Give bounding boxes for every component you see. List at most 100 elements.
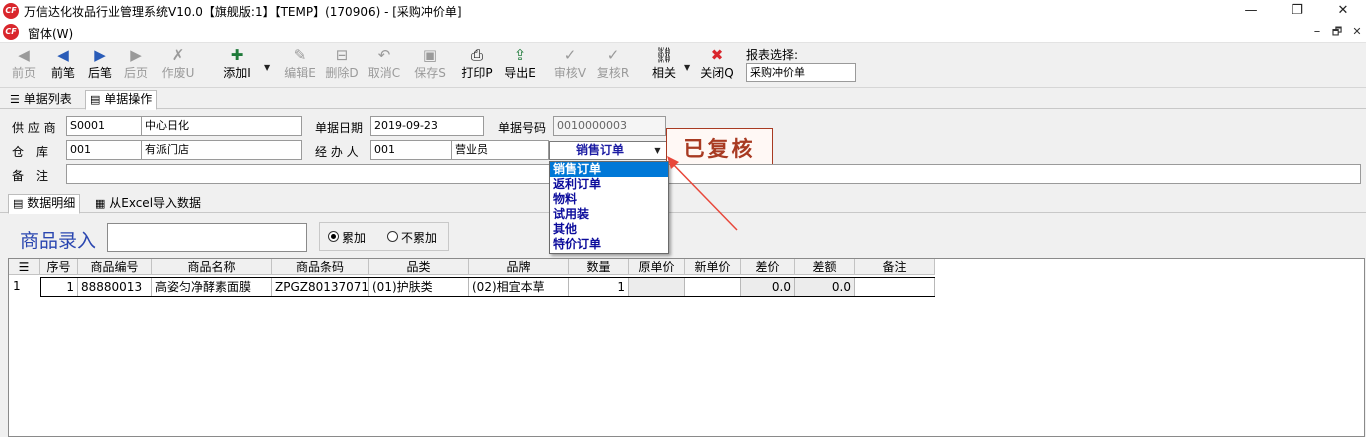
handler-name-field[interactable]: 营业员 — [451, 140, 549, 160]
doc-date-label: 单据日期 — [315, 121, 364, 135]
toolbar: ◀ 前页 ◀ 前笔 ▶ 后笔 ▶ 后页 ✗ 作废U ✚ 添加I ✎ 编辑E ⊟ 删除D ↶ 取消C ▣ 保存S ⎙ 打印P… — [0, 43, 1366, 88]
toolbar-button-label: 添加I — [223, 66, 251, 80]
grid-col-header[interactable]: 商品名称 — [152, 259, 272, 275]
warehouse-code-field[interactable]: 001 — [66, 140, 142, 160]
tab-data-detail[interactable]: ▤ 数据明细 — [8, 194, 81, 214]
grid-cell-seq[interactable]: 1 — [40, 278, 78, 296]
tab-doc-operation[interactable]: ▤ 单据操作 — [85, 90, 158, 110]
doc-date-field[interactable]: 2019-09-23 — [370, 116, 484, 136]
toolbar-button-4: ✗ 作废U — [158, 45, 198, 81]
maximize-icon[interactable]: ❐ — [1274, 0, 1320, 22]
toolbar-button-14[interactable]: ⛓ 相关 — [644, 45, 684, 81]
dropdown-option[interactable]: 返利订单 — [550, 177, 668, 192]
grid-cell-qty[interactable]: 1 — [569, 278, 629, 296]
mdi-close-icon[interactable]: ✕ — [1346, 22, 1366, 42]
toolbar-button-label: 取消C — [367, 66, 401, 80]
edit-icon: ✎ — [293, 46, 307, 64]
toolbar-button-0: ◀ 前页 — [4, 45, 44, 81]
supplier-name-field[interactable]: 中心日化 — [141, 116, 302, 136]
toolbar-button-11[interactable]: ⇪ 导出E — [500, 45, 540, 81]
dropdown-option[interactable]: 特价订单 — [550, 237, 668, 252]
grid-cell-brand[interactable]: (02)相宜本草 — [469, 278, 569, 296]
toolbar-button-label: 复核R — [596, 66, 630, 80]
remark-field-extension[interactable] — [667, 164, 1361, 184]
warehouse-name-field[interactable]: 有派门店 — [141, 140, 302, 160]
grid-cell-amount_diff[interactable]: 0.0 — [795, 278, 855, 296]
supplier-label: 供 应 商 — [12, 121, 56, 135]
grid-col-header[interactable]: 商品条码 — [272, 259, 369, 275]
grid-col-header[interactable]: 差额 — [795, 259, 855, 275]
toolbar-button-label: 审核V — [553, 66, 587, 80]
window-title: 万信达化妆品行业管理系统V10.0【旗舰版:1】【TEMP】(170906) -… — [24, 5, 462, 19]
minimize-icon[interactable]: — — [1228, 0, 1274, 22]
toolbar-button-12: ✓ 审核V — [550, 45, 590, 81]
radio-accumulate-label[interactable]: 累加 — [342, 229, 366, 246]
grid-col-header[interactable]: 序号 — [40, 259, 78, 275]
toolbar-button-1[interactable]: ◀ 前笔 — [43, 45, 83, 81]
toolbar-button-6: ✎ 编辑E — [280, 45, 320, 81]
order-type-value: 销售订单 — [575, 143, 624, 157]
add-icon: ✚ — [230, 46, 244, 64]
approve-icon: ✓ — [563, 46, 577, 64]
toolbar-button-label: 删除D — [325, 66, 359, 80]
report-select-field[interactable]: 采购冲价单 — [746, 63, 856, 82]
product-entry-input[interactable] — [107, 223, 307, 252]
dropdown-option[interactable]: 物料 — [550, 192, 668, 207]
grid-col-header[interactable]: 品类 — [369, 259, 469, 275]
menu-logo-icon: CF — [3, 24, 19, 40]
detail-icon: ▤ — [13, 197, 24, 210]
grid-col-header[interactable]: 品牌 — [469, 259, 569, 275]
dropdown-option[interactable]: 其他 — [550, 222, 668, 237]
toolbar-button-7: ⊟ 删除D — [322, 45, 362, 81]
detail-grid[interactable]: ☰ 1 序号 商品编号 商品名称 商品条码 品类 品牌 数量 原单价 新单价 差价 差额 备注 1 888… — [8, 258, 1365, 437]
toolbar-button-15[interactable]: ✖ 关闭Q — [697, 45, 737, 81]
tab-excel-import-label: 从Excel导入数据 — [109, 196, 202, 210]
save-icon: ▣ — [422, 46, 438, 64]
dropdown-option[interactable]: 销售订单 — [550, 162, 668, 177]
grid-cell-name[interactable]: 高姿匀净酵素面膜 — [152, 278, 272, 296]
tab-doc-operation-label: 单据操作 — [104, 92, 153, 106]
grid-cell-new_price[interactable] — [685, 278, 741, 296]
grid-cell-code[interactable]: 88880013 — [78, 278, 152, 296]
radio-no-accumulate[interactable] — [387, 231, 398, 242]
doc-no-field: 0010000003 — [553, 116, 666, 136]
toolbar-button-2[interactable]: ▶ 后笔 — [80, 45, 120, 81]
supplier-code-field[interactable]: S0001 — [66, 116, 142, 136]
radio-no-accumulate-label[interactable]: 不累加 — [401, 229, 437, 246]
grid-col-header[interactable]: 原单价 — [629, 259, 685, 275]
grid-col-header[interactable]: 商品编号 — [78, 259, 152, 275]
chevron-down-icon[interactable]: ▼ — [649, 142, 666, 159]
grid-cell-barcode[interactable]: ZPGZ80137071 — [272, 278, 369, 296]
mdi-minimize-icon[interactable]: – — [1306, 22, 1328, 42]
toolbar-button-10[interactable]: ⎙ 打印P — [457, 45, 497, 81]
accumulate-radio-group: 累加 不累加 — [319, 222, 449, 251]
tab-doc-list[interactable]: ☰ 单据列表 — [5, 90, 77, 109]
order-type-dropdown: 销售订单 返利订单 物料 试用装 其他 特价订单 — [549, 161, 669, 254]
first-page-icon: ◀ — [18, 46, 30, 64]
handler-code-field[interactable]: 001 — [370, 140, 452, 160]
tab-excel-import[interactable]: ▦ 从Excel导入数据 — [90, 194, 206, 213]
grid-cell-price_diff[interactable]: 0.0 — [741, 278, 795, 296]
radio-accumulate[interactable] — [328, 231, 339, 242]
grid-col-header[interactable]: 数量 — [569, 259, 629, 275]
toolbar-button-label: 关闭Q — [700, 66, 734, 80]
close-window-icon[interactable]: ✕ — [1320, 0, 1366, 22]
dropdown-arrow-icon[interactable]: ▼ — [684, 63, 690, 72]
toolbar-button-5[interactable]: ✚ 添加I — [217, 45, 257, 81]
dropdown-arrow-icon[interactable]: ▼ — [264, 63, 270, 72]
grid-col-header[interactable]: 备注 — [855, 259, 935, 275]
grid-col-header[interactable]: 差价 — [741, 259, 795, 275]
remark-field[interactable] — [66, 164, 552, 184]
mdi-restore-icon[interactable]: 🗗 — [1326, 22, 1348, 42]
grid-row-header-icon: ☰ — [9, 259, 40, 275]
grid-cell-remark[interactable] — [855, 278, 935, 296]
tab-doc-list-label: 单据列表 — [23, 92, 72, 106]
toolbar-button-label: 前笔 — [50, 66, 75, 80]
dropdown-option[interactable]: 试用装 — [550, 207, 668, 222]
grid-cell-old_price[interactable] — [629, 278, 685, 296]
order-type-select[interactable]: 销售订单 ▼ — [549, 141, 667, 160]
menu-window[interactable]: 窗体(W) — [28, 25, 73, 42]
grid-cell-category[interactable]: (01)护肤类 — [369, 278, 469, 296]
toolbar-button-label: 编辑E — [284, 66, 316, 80]
grid-col-header[interactable]: 新单价 — [685, 259, 741, 275]
